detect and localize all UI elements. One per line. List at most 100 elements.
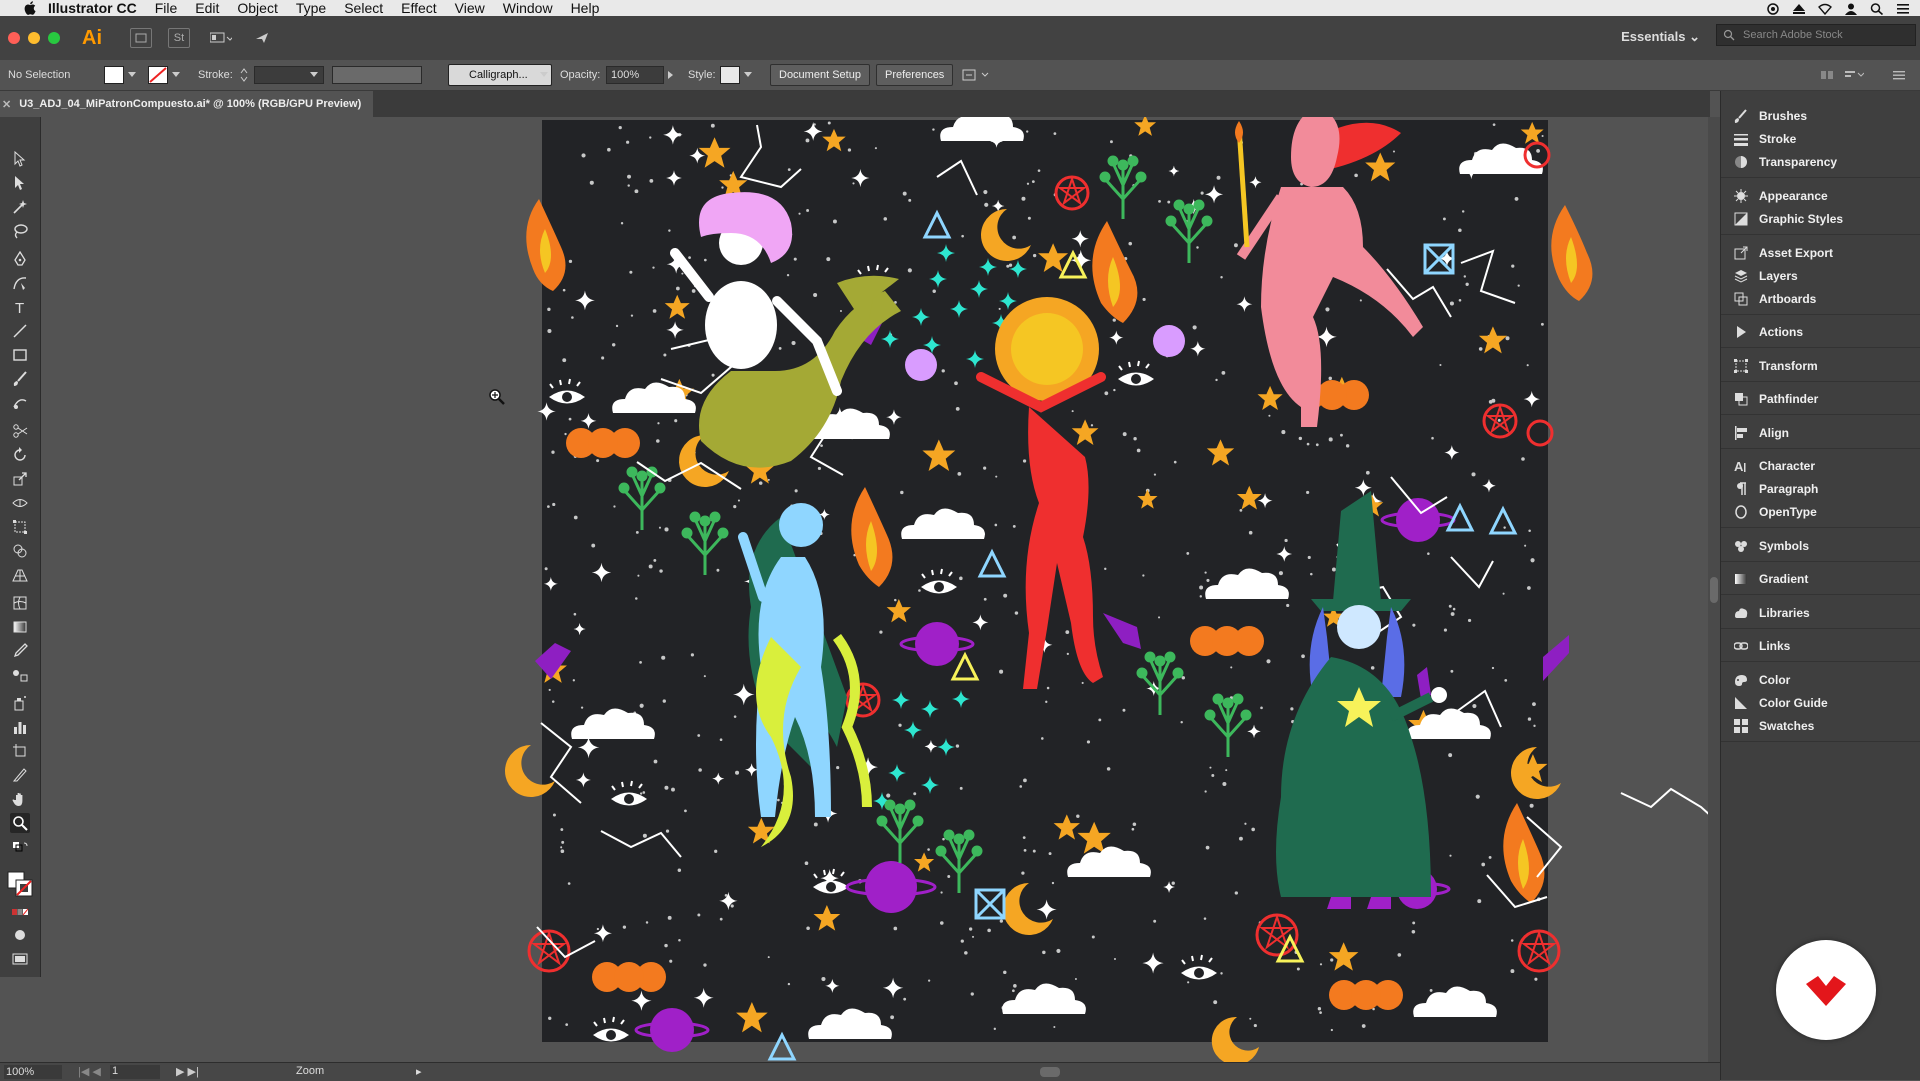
panel-graphic-styles[interactable]: Graphic Styles (1733, 208, 1843, 230)
zoom-tool-icon[interactable] (10, 813, 30, 833)
panel-layers[interactable]: Layers (1733, 265, 1798, 287)
artboard-tool-icon[interactable] (10, 741, 30, 761)
document-tab[interactable]: ✕ U3_ADJ_04_MiPatronCompuesto.ai* @ 100%… (0, 91, 374, 117)
zoom-level-field[interactable]: 100% (4, 1065, 62, 1079)
close-tab-icon[interactable]: ✕ (2, 98, 11, 111)
selection-tool-icon[interactable] (10, 149, 30, 169)
chevron-right-icon[interactable] (668, 60, 674, 90)
panel-menu-icon[interactable] (1892, 60, 1906, 90)
arrange-icon[interactable] (962, 60, 990, 90)
scrollbar-thumb[interactable] (1710, 577, 1718, 603)
panel-symbols[interactable]: Symbols (1733, 535, 1809, 557)
lasso-tool-icon[interactable] (10, 221, 30, 241)
color-none-modes-icon[interactable] (10, 903, 30, 923)
panel-character[interactable]: A Character (1733, 455, 1815, 477)
eject-icon[interactable] (1792, 2, 1806, 14)
panel-align[interactable]: Align (1733, 422, 1789, 444)
panel-artboards[interactable]: Artboards (1733, 288, 1816, 310)
stroke-swatch[interactable] (148, 66, 168, 84)
sync-icon[interactable] (252, 29, 272, 47)
list-icon[interactable] (1896, 2, 1910, 14)
perspective-grid-tool-icon[interactable] (10, 565, 30, 585)
drawing-modes-icon[interactable] (10, 925, 30, 945)
brush-definition-dropdown[interactable]: Calligraph... (448, 64, 552, 86)
menu-select[interactable]: Select (344, 0, 383, 16)
chevron-down-icon[interactable] (310, 60, 318, 90)
line-tool-icon[interactable] (10, 321, 30, 341)
panel-paragraph[interactable]: Paragraph (1733, 478, 1818, 500)
symbol-sprayer-tool-icon[interactable] (10, 693, 30, 713)
type-tool-icon[interactable]: T (10, 297, 30, 317)
panel-brushes[interactable]: Brushes (1733, 105, 1807, 127)
rectangle-tool-icon[interactable] (10, 345, 30, 365)
menu-type[interactable]: Type (296, 0, 326, 16)
scissors-tool-icon[interactable] (10, 421, 30, 441)
menu-view[interactable]: View (455, 0, 485, 16)
record-icon[interactable] (1766, 2, 1780, 15)
panel-libraries[interactable]: Libraries (1733, 602, 1810, 624)
direct-selection-tool-icon[interactable] (10, 173, 30, 193)
horizontal-scrollbar-thumb[interactable] (1040, 1067, 1060, 1077)
panel-appearance[interactable]: Appearance (1733, 185, 1828, 207)
chevron-down-icon[interactable] (744, 60, 752, 90)
document-setup-button[interactable]: Document Setup (770, 64, 870, 86)
preferences-button[interactable]: Preferences (876, 64, 954, 86)
panel-gradient[interactable]: Gradient (1733, 568, 1808, 590)
minimize-window-button[interactable] (28, 32, 40, 44)
workspace-switcher[interactable]: Essentials ⌄ (1621, 29, 1700, 45)
panel-actions[interactable]: Actions (1733, 321, 1803, 343)
fill-stroke-swatches[interactable] (6, 870, 34, 898)
menu-effect[interactable]: Effect (401, 0, 437, 16)
panel-transform[interactable]: Transform (1733, 355, 1818, 377)
panel-transparency[interactable]: Transparency (1733, 151, 1837, 173)
variable-width-profile[interactable] (332, 66, 422, 84)
free-transform-tool-icon[interactable] (10, 517, 30, 537)
panel-color-guide[interactable]: Color Guide (1733, 692, 1828, 714)
status-menu-arrow-icon[interactable]: ▸ (416, 1065, 422, 1078)
artboard-number-field[interactable]: 1 (110, 1065, 160, 1079)
eyedropper-tool-icon[interactable] (10, 641, 30, 661)
panel-pathfinder[interactable]: Pathfinder (1733, 388, 1818, 410)
default-fill-stroke-icon[interactable] (10, 839, 30, 859)
user-icon[interactable] (1844, 2, 1858, 15)
panel-stroke[interactable]: Stroke (1733, 128, 1796, 150)
slice-tool-icon[interactable] (10, 765, 30, 785)
scale-tool-icon[interactable] (10, 469, 30, 489)
shape-builder-tool-icon[interactable] (10, 541, 30, 561)
first-artboard-icon[interactable]: |◀ ◀ (78, 1065, 101, 1078)
graphic-style-swatch[interactable] (720, 66, 740, 84)
screen-mode-icon[interactable] (10, 949, 30, 969)
align-panel-icon[interactable] (1820, 60, 1834, 90)
curvature-tool-icon[interactable] (10, 273, 30, 293)
stock-button[interactable]: St (168, 28, 190, 48)
menu-object[interactable]: Object (237, 0, 277, 16)
menu-window[interactable]: Window (503, 0, 553, 16)
mesh-tool-icon[interactable] (10, 593, 30, 613)
arrange-documents-icon[interactable] (206, 29, 236, 47)
pen-tool-icon[interactable] (10, 249, 30, 269)
panel-color[interactable]: Color (1733, 669, 1790, 691)
search-icon[interactable] (1870, 2, 1884, 16)
vertical-scrollbar[interactable] (1708, 117, 1720, 1062)
panel-opentype[interactable]: OpenType (1733, 501, 1817, 523)
bridge-icon[interactable] (130, 28, 152, 48)
chevron-down-icon[interactable] (172, 60, 180, 90)
rotate-tool-icon[interactable] (10, 445, 30, 465)
fill-swatch[interactable] (104, 66, 124, 84)
width-tool-icon[interactable] (10, 493, 30, 513)
zoom-window-button[interactable] (48, 32, 60, 44)
close-window-button[interactable] (8, 32, 20, 44)
opacity-field[interactable]: 100% (606, 66, 664, 84)
menu-help[interactable]: Help (571, 0, 600, 16)
wifi-icon[interactable] (1818, 2, 1832, 16)
apple-icon[interactable] (22, 1, 38, 15)
panel-links[interactable]: Links (1733, 635, 1790, 657)
menu-edit[interactable]: Edit (195, 0, 219, 16)
magic-wand-tool-icon[interactable] (10, 197, 30, 217)
chevron-down-icon[interactable] (128, 60, 136, 90)
hand-tool-icon[interactable] (10, 789, 30, 809)
next-artboard-icon[interactable]: ▶ ▶| (176, 1065, 199, 1078)
gradient-tool-icon[interactable] (10, 617, 30, 637)
panel-swatches[interactable]: Swatches (1733, 715, 1814, 737)
stock-search-input[interactable]: Search Adobe Stock (1716, 24, 1916, 46)
